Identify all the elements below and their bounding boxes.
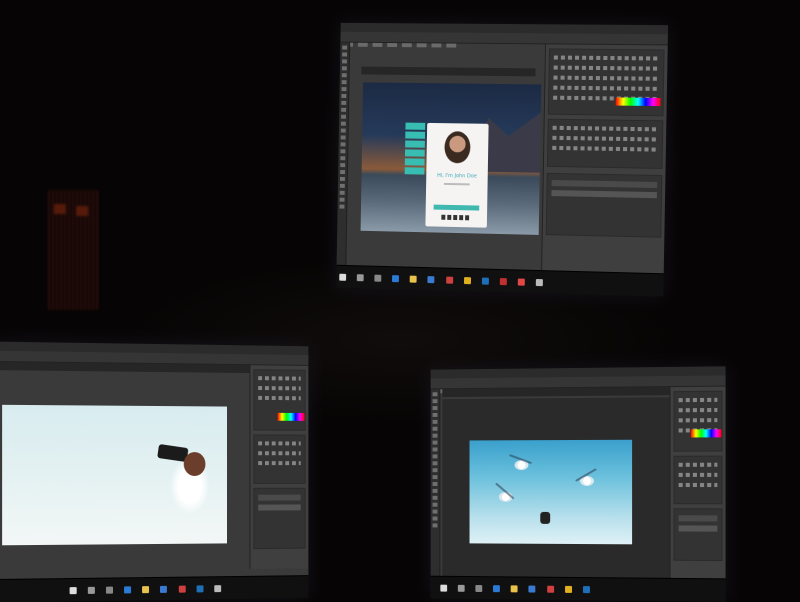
photoshop-icon[interactable] [481, 277, 489, 285]
search-icon[interactable] [356, 274, 364, 282]
adjustments-panel[interactable] [547, 48, 665, 117]
right-monitor [430, 366, 726, 602]
styles-panel[interactable] [253, 434, 306, 484]
color-spectrum[interactable] [277, 412, 305, 421]
adjustments-panel[interactable] [673, 390, 723, 452]
profile-card[interactable]: Hi, I'm John Doe [425, 122, 489, 228]
photoshop-icon[interactable] [582, 586, 590, 594]
taskbar[interactable] [430, 575, 726, 602]
wall-light-dot [54, 204, 66, 214]
layer-row[interactable] [678, 525, 718, 532]
panels-column[interactable] [541, 44, 668, 275]
app-icon[interactable] [445, 276, 453, 284]
avatar [444, 131, 471, 164]
explorer-icon[interactable] [511, 585, 518, 593]
top-monitor-screen: Hi, I'm John Doe [336, 22, 669, 297]
panels-column[interactable] [249, 365, 309, 569]
app-icon[interactable] [178, 585, 186, 593]
layer-row[interactable] [551, 179, 658, 189]
side-menu-tiles[interactable] [404, 122, 426, 177]
canvas-document[interactable] [469, 439, 633, 545]
profile-subtitle-line [443, 182, 470, 186]
adjustments-panel[interactable] [253, 369, 306, 431]
store-icon[interactable] [528, 585, 536, 593]
color-spectrum[interactable] [690, 429, 722, 438]
explorer-icon[interactable] [410, 275, 418, 283]
search-icon[interactable] [457, 584, 465, 592]
task-view-icon[interactable] [374, 274, 382, 282]
styles-panel[interactable] [546, 118, 664, 169]
app-icon[interactable] [535, 278, 543, 287]
chrome-icon[interactable] [564, 585, 572, 593]
wall-light-dot [76, 206, 88, 216]
canvas-document[interactable] [2, 404, 228, 546]
app-icon[interactable] [196, 585, 204, 593]
start-icon[interactable] [69, 587, 77, 595]
layer-row[interactable] [258, 504, 301, 511]
layer-row[interactable] [678, 515, 718, 522]
edge-icon[interactable] [392, 275, 400, 283]
taskbar[interactable] [0, 575, 309, 602]
document-tabs[interactable] [361, 66, 536, 77]
styles-panel[interactable] [673, 455, 723, 505]
right-monitor-screen [430, 366, 726, 602]
store-icon[interactable] [160, 585, 168, 593]
app-icon[interactable] [546, 585, 554, 593]
wall-light-strip [48, 190, 100, 310]
hair [183, 452, 206, 476]
edge-icon[interactable] [124, 586, 132, 594]
drone-camera [540, 511, 551, 524]
layers-panel[interactable] [545, 172, 663, 238]
social-icons[interactable] [441, 214, 472, 221]
explorer-icon[interactable] [142, 586, 150, 594]
profile-greeting: Hi, I'm John Doe [437, 172, 477, 180]
store-icon[interactable] [427, 276, 435, 284]
left-monitor-screen [0, 341, 309, 602]
chrome-icon[interactable] [463, 277, 471, 285]
layers-panel[interactable] [253, 487, 306, 550]
search-icon[interactable] [87, 586, 95, 594]
edge-icon[interactable] [493, 585, 501, 593]
start-icon[interactable] [339, 273, 347, 281]
layer-row[interactable] [551, 190, 657, 199]
color-spectrum[interactable] [615, 97, 661, 107]
tools-panel[interactable] [430, 389, 441, 577]
canvas-document[interactable]: Hi, I'm John Doe [360, 82, 542, 235]
app-icon[interactable] [499, 278, 507, 286]
layers-panel[interactable] [673, 508, 723, 562]
app-icon[interactable] [517, 278, 525, 286]
options-bar[interactable] [340, 31, 668, 48]
document-tabs[interactable] [442, 387, 671, 398]
start-icon[interactable] [440, 584, 448, 592]
profile-action-button[interactable] [433, 204, 480, 211]
left-monitor [0, 341, 309, 602]
top-monitor: Hi, I'm John Doe [336, 22, 669, 297]
layer-row[interactable] [258, 494, 301, 501]
panels-column[interactable] [669, 386, 726, 580]
task-view-icon[interactable] [475, 585, 483, 593]
task-view-icon[interactable] [106, 586, 114, 594]
app-icon[interactable] [214, 585, 221, 593]
